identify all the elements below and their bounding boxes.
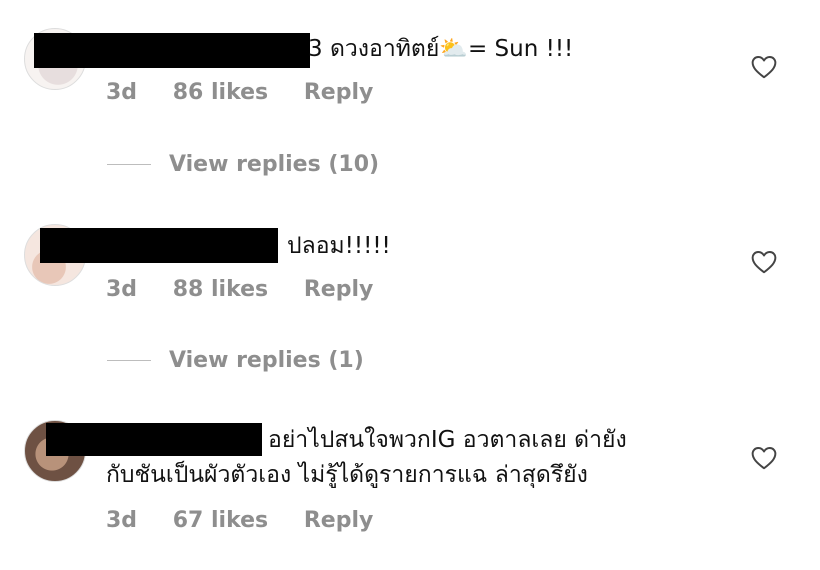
- like-count[interactable]: 88 likes: [173, 277, 268, 302]
- comment-meta: 3d 88 likes Reply: [106, 277, 401, 302]
- like-count[interactable]: 67 likes: [173, 508, 268, 533]
- reply-button[interactable]: Reply: [304, 277, 374, 302]
- like-heart-icon[interactable]: [751, 55, 777, 79]
- comment-text: 3 ดวงอาทิตย์⛅= Sun !!!: [308, 36, 574, 62]
- comment-meta: 3d 67 likes Reply: [106, 508, 401, 533]
- view-replies-button[interactable]: View replies (1): [107, 348, 364, 373]
- comment-meta: 3d 86 likes Reply: [106, 80, 401, 105]
- view-replies-label[interactable]: View replies (1): [169, 348, 364, 373]
- redacted-username: [34, 33, 310, 68]
- comment-text: ปลอม!!!!!: [287, 233, 391, 259]
- view-replies-label[interactable]: View replies (10): [169, 152, 379, 177]
- redacted-username: [46, 423, 262, 456]
- reply-divider-line: [107, 164, 151, 165]
- comment-text-line-2: กับชันเป็นผัวตัวเอง ไม่รู้ได้ดูรายการแฉ …: [106, 462, 588, 488]
- like-heart-icon[interactable]: [751, 446, 777, 470]
- comment-time: 3d: [106, 277, 138, 302]
- comment-time: 3d: [106, 80, 138, 105]
- reply-button[interactable]: Reply: [304, 80, 374, 105]
- redacted-username: [40, 228, 278, 263]
- like-count[interactable]: 86 likes: [173, 80, 268, 105]
- like-heart-icon[interactable]: [751, 250, 777, 274]
- view-replies-button[interactable]: View replies (10): [107, 152, 379, 177]
- reply-button[interactable]: Reply: [304, 508, 374, 533]
- comment-time: 3d: [106, 508, 138, 533]
- reply-divider-line: [107, 360, 151, 361]
- comment-text-line-1: อย่าไปสนใจพวกIG อวตาลเลย ด่ายัง: [268, 427, 627, 453]
